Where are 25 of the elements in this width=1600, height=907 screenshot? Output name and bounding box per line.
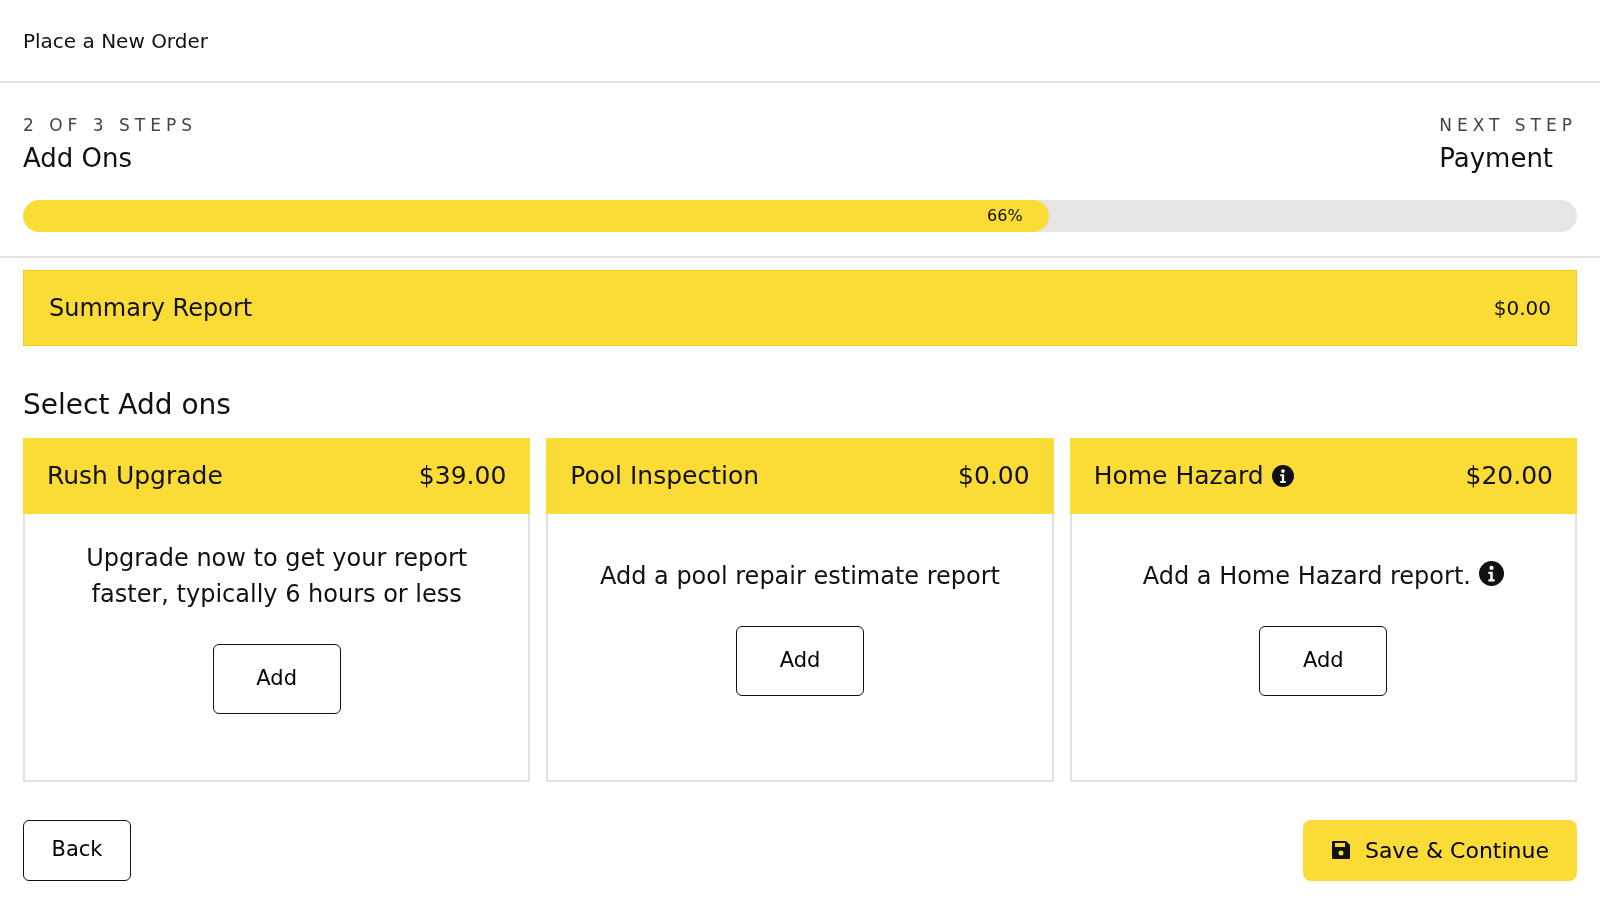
page-title: Place a New Order (23, 27, 208, 55)
info-icon[interactable] (1478, 560, 1504, 586)
addon-description: Add a pool repair estimate report (599, 561, 1001, 590)
progress-reading: 66% (987, 204, 1023, 227)
addon-price: $20.00 (1465, 459, 1553, 492)
next-step-name: Payment (1439, 141, 1555, 175)
addon-description: Upgrade now to get your report faster, typically 6 hours or less (86, 543, 468, 608)
addon-title: Home Hazard (1093, 459, 1264, 492)
add-button[interactable]: Add (212, 643, 341, 714)
addon-price: $39.00 (418, 459, 507, 492)
addon-description: Add a Home Hazard report. (1142, 561, 1471, 590)
info-icon[interactable] (1271, 464, 1294, 487)
addon-price: $0.00 (958, 459, 1030, 492)
addon-title: Rush Upgrade (47, 459, 223, 492)
summary-title: Summary Report (49, 292, 253, 324)
current-step-name: Add Ons (23, 141, 134, 175)
back-button[interactable]: Back (23, 819, 131, 881)
addon-title: Pool Inspection (570, 459, 760, 492)
add-button[interactable]: Add (1259, 625, 1388, 696)
section-title: Select Add ons (23, 386, 232, 423)
next-step-label: NEXT STEP (1439, 114, 1577, 137)
add-button[interactable]: Add (736, 625, 864, 696)
save-continue-button[interactable]: Save & Continue (1302, 819, 1577, 881)
step-counter: 2 OF 3 STEPS (23, 114, 197, 137)
summary-price: $0.00 (1493, 294, 1551, 322)
